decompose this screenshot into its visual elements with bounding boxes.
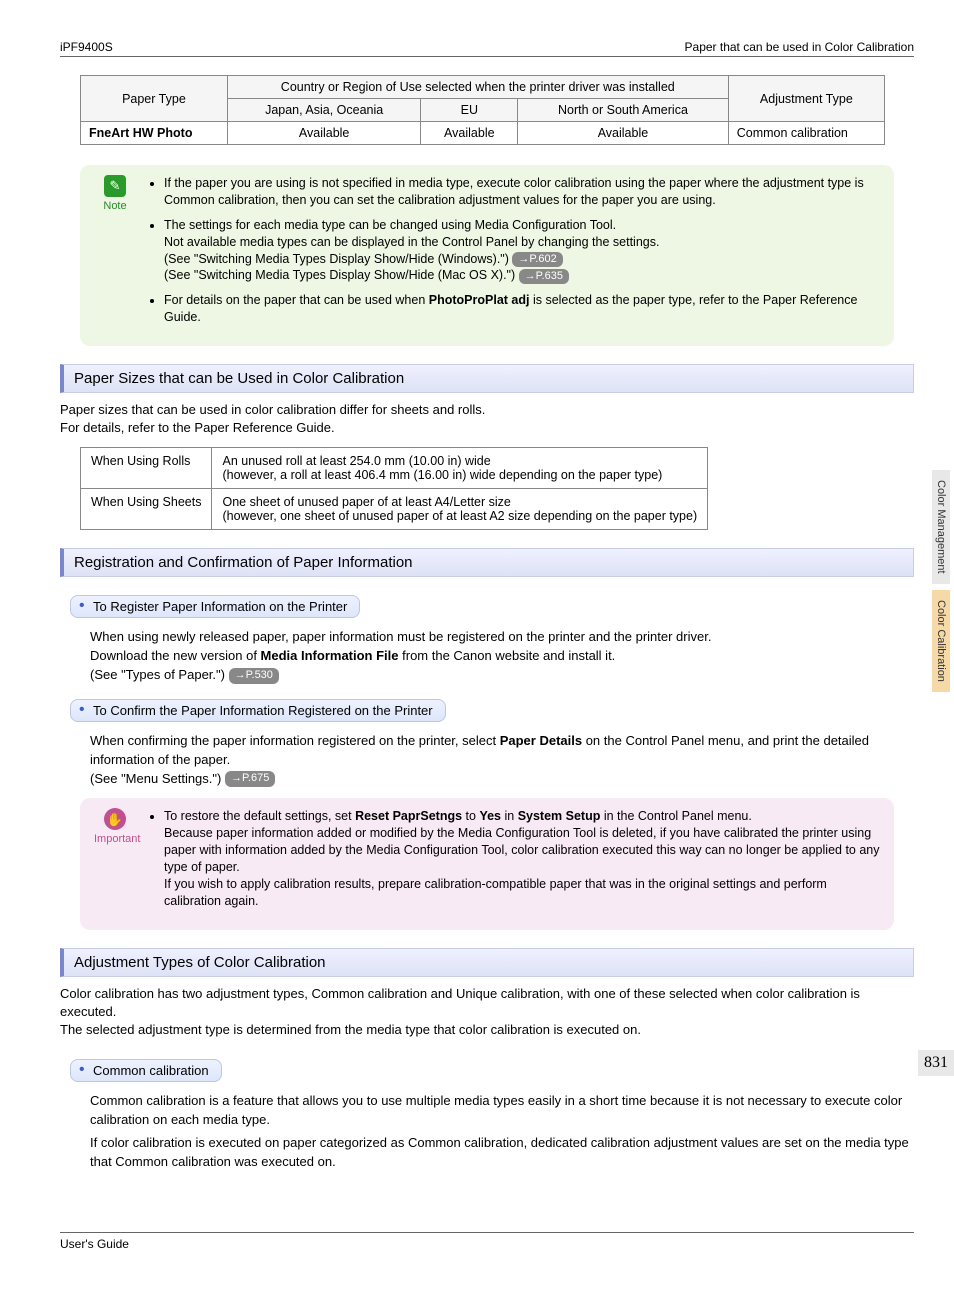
page-ref-link[interactable]: →P.602 (512, 252, 562, 267)
page-ref-link[interactable]: →P.635 (519, 269, 569, 284)
body-text: Paper sizes that can be used in color ca… (60, 401, 914, 437)
note-icon: ✎ (104, 175, 126, 197)
cell: One sheet of unused paper of at least A4… (212, 489, 708, 530)
col-eu: EU (421, 99, 518, 122)
important-icon-column: ✋ Important (94, 808, 136, 847)
col-adjustment: Adjustment Type (728, 76, 884, 122)
note-body: If the paper you are using is not specif… (146, 175, 880, 334)
important-body: To restore the default settings, set Res… (146, 808, 880, 917)
subsection-pill: Common calibration (70, 1059, 222, 1082)
side-tab[interactable]: Color Calibration (932, 590, 950, 692)
important-icon: ✋ (104, 808, 126, 830)
page-ref-link[interactable]: →P.675 (225, 771, 275, 787)
cell: Available (227, 122, 421, 145)
col-america: North or South America (518, 99, 729, 122)
subsection-pill: To Register Paper Information on the Pri… (70, 595, 360, 618)
model-code: iPF9400S (60, 40, 113, 54)
subsection-pill: To Confirm the Paper Information Registe… (70, 699, 446, 722)
sub-body: Common calibration is a feature that all… (90, 1092, 914, 1130)
section-header: Registration and Confirmation of Paper I… (60, 548, 914, 577)
cell: When Using Sheets (81, 489, 212, 530)
cell-adj: Common calibration (728, 122, 884, 145)
col-paper-type: Paper Type (81, 76, 228, 122)
important-item: To restore the default settings, set Res… (164, 808, 880, 909)
important-callout: ✋ Important To restore the default setti… (80, 798, 894, 929)
section-header: Paper Sizes that can be Used in Color Ca… (60, 364, 914, 393)
note-item: The settings for each media type can be … (164, 217, 880, 285)
important-label: Important (94, 833, 140, 845)
paper-type-table: Paper Type Country or Region of Use sele… (80, 75, 885, 145)
paper-sizes-table: When Using Rolls An unused roll at least… (80, 447, 708, 530)
sub-body: When using newly released paper, paper i… (90, 628, 914, 685)
side-tabs: Color Management Color Calibration (932, 470, 954, 698)
side-tab[interactable]: Color Management (932, 470, 950, 584)
document-page: iPF9400S Paper that can be used in Color… (0, 0, 954, 1291)
col-region: Country or Region of Use selected when t… (227, 76, 728, 99)
table-row: When Using Rolls An unused roll at least… (81, 448, 708, 489)
page-number: 831 (918, 1050, 954, 1076)
note-label: Note (103, 200, 126, 212)
table-row: FneArt HW Photo Available Available Avai… (81, 122, 885, 145)
cell-paper-name: FneArt HW Photo (81, 122, 228, 145)
page-ref-link[interactable]: →P.530 (229, 668, 279, 684)
note-callout: ✎ Note If the paper you are using is not… (80, 165, 894, 346)
note-item: For details on the paper that can be use… (164, 292, 880, 326)
sub-body: When confirming the paper information re… (90, 732, 914, 789)
table-row: When Using Sheets One sheet of unused pa… (81, 489, 708, 530)
cell: Available (518, 122, 729, 145)
section-header: Adjustment Types of Color Calibration (60, 948, 914, 977)
note-icon-column: ✎ Note (94, 175, 136, 214)
topic-title: Paper that can be used in Color Calibrat… (685, 40, 914, 54)
cell: An unused roll at least 254.0 mm (10.00 … (212, 448, 708, 489)
footer: User's Guide (60, 1232, 914, 1251)
page-header-bar: iPF9400S Paper that can be used in Color… (60, 40, 914, 57)
note-item: If the paper you are using is not specif… (164, 175, 880, 209)
col-japan: Japan, Asia, Oceania (227, 99, 421, 122)
cell: Available (421, 122, 518, 145)
cell: When Using Rolls (81, 448, 212, 489)
body-text: Color calibration has two adjustment typ… (60, 985, 914, 1040)
sub-body: If color calibration is executed on pape… (90, 1134, 914, 1172)
